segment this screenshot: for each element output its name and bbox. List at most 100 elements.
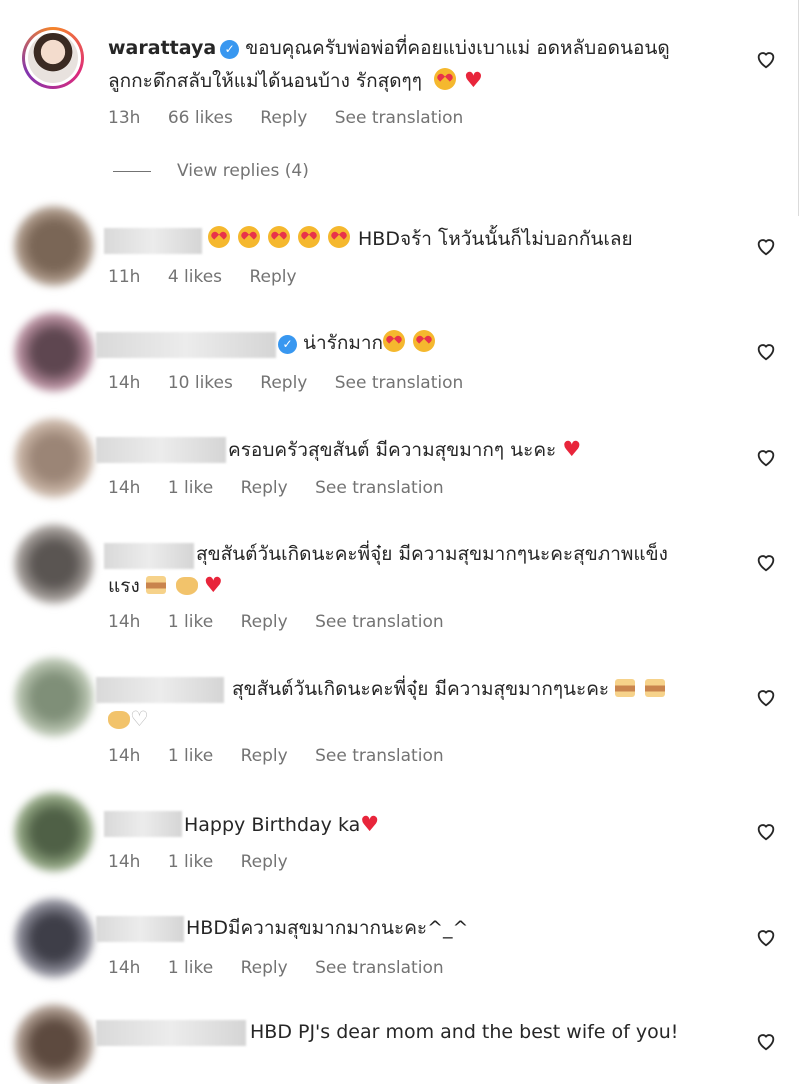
heart-eyes-emoji-icon bbox=[434, 68, 457, 90]
blurred-username[interactable] bbox=[104, 811, 182, 837]
birthday-cake-emoji-icon bbox=[615, 679, 636, 697]
heart-eyes-emoji-icon bbox=[298, 226, 320, 248]
heart-eyes-emoji-icon bbox=[238, 226, 260, 248]
see-translation-link[interactable]: See translation bbox=[315, 612, 444, 632]
reply-button[interactable]: Reply bbox=[260, 108, 307, 128]
comment-text-line1: สุขสันต์วันเกิดนะคะพี่จุ๋ย มีความสุขมากๆ… bbox=[232, 673, 669, 705]
heart-eyes-emoji-icon bbox=[268, 226, 290, 248]
red-heart-emoji-icon: ♥ bbox=[360, 812, 380, 836]
avatar[interactable] bbox=[14, 312, 94, 392]
owner-comment-card: warattaya ✓ ขอบคุณครับพ่อพ่อที่คอยแบ่งเบาแ… bbox=[0, 0, 799, 216]
comment-meta: 14h 10 likes Reply See translation bbox=[108, 373, 485, 393]
reply-button[interactable]: Reply bbox=[241, 478, 288, 498]
comment-text: ครอบครัวสุขสันต์ มีความสุขมากๆ นะคะ ♥ bbox=[228, 437, 582, 461]
like-count[interactable]: 1 like bbox=[168, 852, 213, 872]
see-translation-link[interactable]: See translation bbox=[335, 108, 464, 128]
like-count[interactable]: 66 likes bbox=[168, 108, 233, 128]
comment-time: 14h bbox=[108, 612, 141, 632]
comment-time: 13h bbox=[108, 108, 141, 128]
blurred-username[interactable] bbox=[96, 916, 184, 942]
see-translation-link[interactable]: See translation bbox=[315, 746, 444, 766]
view-replies-button[interactable]: View replies (4) bbox=[113, 161, 309, 181]
comment-time: 14h bbox=[108, 373, 141, 393]
like-heart-icon[interactable] bbox=[755, 551, 777, 573]
comment-time: 14h bbox=[108, 958, 141, 978]
comment-time: 11h bbox=[108, 267, 141, 287]
blurred-username[interactable] bbox=[104, 543, 194, 569]
comment-text-line2: ♡ bbox=[108, 703, 149, 736]
comment-text: HBDมีความสุขมากมากนะคะ^_^ bbox=[186, 917, 469, 939]
cake-slice-emoji-icon bbox=[645, 679, 666, 697]
reply-button[interactable]: Reply bbox=[241, 852, 288, 872]
comment-time: 14h bbox=[108, 852, 141, 872]
white-heart-emoji-icon: ♡ bbox=[130, 707, 149, 731]
blurred-username[interactable] bbox=[96, 332, 276, 358]
like-count[interactable]: 4 likes bbox=[168, 267, 222, 287]
verified-badge-icon: ✓ bbox=[278, 335, 297, 354]
comment-meta: 14h 1 like Reply See translation bbox=[108, 478, 466, 498]
like-heart-icon[interactable] bbox=[755, 686, 777, 708]
comment-meta: 14h 1 like Reply bbox=[108, 852, 310, 872]
red-heart-emoji-icon: ♥ bbox=[562, 437, 582, 461]
owner-avatar[interactable] bbox=[22, 27, 84, 89]
like-heart-icon[interactable] bbox=[755, 48, 777, 70]
owner-comment-line2: ลูกกะดึกสลับให้แม่ได้นอนบ้าง รักสุดๆๆ ♥ bbox=[108, 68, 483, 92]
avatar[interactable] bbox=[14, 657, 94, 737]
like-heart-icon[interactable] bbox=[755, 926, 777, 948]
comment-meta: 14h 1 like Reply See translation bbox=[108, 612, 466, 632]
like-heart-icon[interactable] bbox=[755, 1030, 777, 1052]
see-translation-link[interactable]: See translation bbox=[315, 478, 444, 498]
replies-divider bbox=[113, 170, 151, 172]
blurred-username[interactable] bbox=[96, 437, 226, 463]
celebration-emoji-icon bbox=[175, 577, 198, 595]
comment-text-line2: แรง ♥ bbox=[108, 573, 223, 597]
like-count[interactable]: 1 like bbox=[168, 612, 213, 632]
see-translation-link[interactable]: See translation bbox=[315, 958, 444, 978]
heart-eyes-emoji-icon bbox=[413, 330, 436, 352]
avatar[interactable] bbox=[14, 418, 94, 498]
comment-text: ✓ น่ารักมาก bbox=[278, 327, 443, 359]
verified-badge-icon: ✓ bbox=[220, 40, 240, 59]
like-count[interactable]: 1 like bbox=[168, 958, 213, 978]
owner-comment-meta: 13h 66 likes Reply See translation bbox=[108, 108, 485, 128]
comment-meta: 14h 1 like Reply See translation bbox=[108, 746, 466, 766]
blurred-username[interactable] bbox=[96, 1020, 246, 1046]
like-count[interactable]: 1 like bbox=[168, 746, 213, 766]
avatar[interactable] bbox=[14, 792, 94, 872]
reply-button[interactable]: Reply bbox=[249, 267, 296, 287]
avatar[interactable] bbox=[14, 206, 94, 286]
red-heart-emoji-icon: ♥ bbox=[464, 68, 483, 92]
comment-text-line1: สุขสันต์วันเกิดนะคะพี่จุ๋ย มีความสุขมากๆ… bbox=[196, 543, 668, 565]
reply-button[interactable]: Reply bbox=[241, 612, 288, 632]
like-count[interactable]: 1 like bbox=[168, 478, 213, 498]
heart-eyes-emoji-icon bbox=[208, 226, 230, 248]
reply-button[interactable]: Reply bbox=[260, 373, 307, 393]
blurred-username[interactable] bbox=[104, 228, 202, 254]
comment-text: HBDจร้า โหวันนั้นก็ไม่บอกกันเลย bbox=[208, 223, 633, 255]
reply-button[interactable]: Reply bbox=[241, 746, 288, 766]
see-translation-link[interactable]: See translation bbox=[335, 373, 464, 393]
owner-comment-line1: warattaya ✓ ขอบคุณครับพ่อพ่อที่คอยแบ่งเบาแ… bbox=[108, 37, 670, 59]
comment-meta: 11h 4 likes Reply bbox=[108, 267, 319, 287]
birthday-cake-emoji-icon bbox=[145, 576, 166, 594]
owner-avatar-photo bbox=[28, 33, 78, 83]
comment-text: Happy Birthday ka♥ bbox=[184, 812, 380, 836]
comment-time: 14h bbox=[108, 478, 141, 498]
red-heart-emoji-icon: ♥ bbox=[203, 573, 223, 597]
like-count[interactable]: 10 likes bbox=[168, 373, 233, 393]
comment-meta: 14h 1 like Reply See translation bbox=[108, 958, 466, 978]
avatar[interactable] bbox=[14, 898, 94, 978]
like-heart-icon[interactable] bbox=[755, 446, 777, 468]
reply-button[interactable]: Reply bbox=[241, 958, 288, 978]
blurred-username[interactable] bbox=[96, 677, 224, 703]
like-heart-icon[interactable] bbox=[755, 340, 777, 362]
like-heart-icon[interactable] bbox=[755, 235, 777, 257]
avatar[interactable] bbox=[14, 1004, 94, 1084]
owner-username[interactable]: warattaya bbox=[108, 37, 216, 59]
heart-hands-emoji-icon bbox=[108, 711, 130, 729]
like-heart-icon[interactable] bbox=[755, 820, 777, 842]
heart-eyes-emoji-icon bbox=[383, 330, 406, 352]
comment-time: 14h bbox=[108, 746, 141, 766]
comment-text: HBD PJ's dear mom and the best wife of y… bbox=[250, 1021, 679, 1043]
avatar[interactable] bbox=[14, 524, 94, 604]
